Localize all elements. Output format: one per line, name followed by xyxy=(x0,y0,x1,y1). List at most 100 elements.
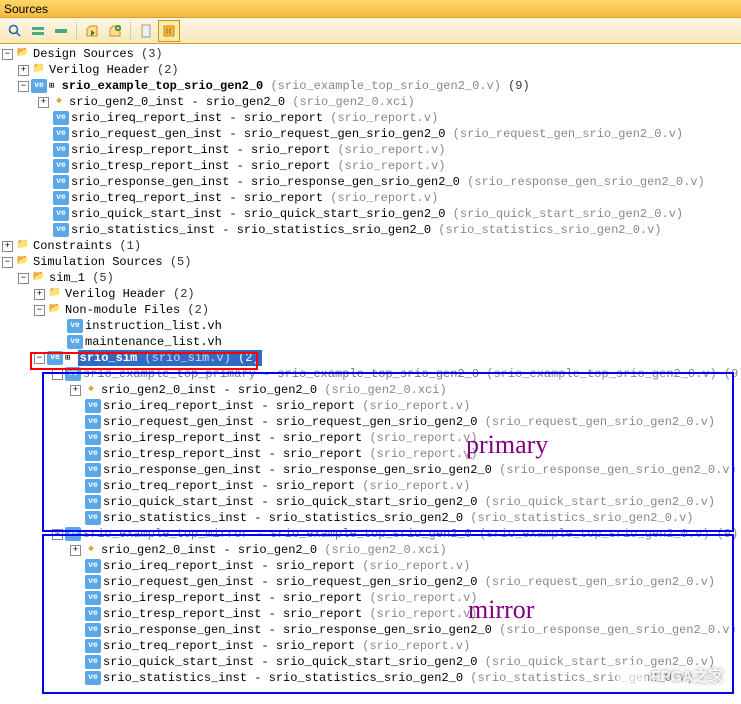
tree-item-simulation-sources[interactable]: −📂Simulation Sources (5) xyxy=(2,254,739,270)
tree-item[interactable]: vesrio_treq_report_inst - srio_report (s… xyxy=(2,190,739,206)
collapse-icon[interactable]: − xyxy=(2,257,13,268)
verilog-icon: ve xyxy=(67,319,83,333)
verilog-icon: ve xyxy=(85,511,101,525)
verilog-icon: ve xyxy=(53,223,69,237)
tree-item[interactable]: +◆srio_gen2_0_inst - srio_gen2_0 (srio_g… xyxy=(2,382,739,398)
collapse-icon[interactable]: − xyxy=(34,305,45,316)
verilog-icon: ve xyxy=(85,415,101,429)
verilog-icon: ve xyxy=(85,495,101,509)
verilog-icon: ve xyxy=(53,159,69,173)
tree-item[interactable]: vesrio_treq_report_inst - srio_report (s… xyxy=(2,638,739,654)
verilog-icon: ve xyxy=(85,575,101,589)
tree-item[interactable]: vesrio_tresp_report_inst - srio_report (… xyxy=(2,158,739,174)
tree-item[interactable]: vesrio_quick_start_inst - srio_quick_sta… xyxy=(2,206,739,222)
verilog-icon: ve xyxy=(85,655,101,669)
verilog-icon: ve xyxy=(85,559,101,573)
collapse-icon[interactable]: − xyxy=(34,353,45,364)
document-button[interactable] xyxy=(135,20,157,42)
tree-item[interactable]: +◆srio_gen2_0_inst - srio_gen2_0 (srio_g… xyxy=(2,542,739,558)
tree-item[interactable]: vesrio_statistics_inst - srio_statistics… xyxy=(2,510,739,526)
verilog-icon: ve xyxy=(65,527,81,541)
tree-item-top-module[interactable]: −ve⊞ srio_example_top_srio_gen2_0 (srio_… xyxy=(2,78,739,94)
tree-item[interactable]: vemaintenance_list.vh xyxy=(2,334,739,350)
tree-item[interactable]: veinstruction_list.vh xyxy=(2,318,739,334)
settings-button[interactable] xyxy=(158,20,180,42)
expand-icon[interactable]: + xyxy=(38,97,49,108)
folder-icon: 📁 xyxy=(15,239,31,253)
tree-item[interactable]: vesrio_statistics_inst - srio_statistics… xyxy=(2,222,739,238)
panel-title: Sources xyxy=(4,2,48,16)
folder-icon: 📂 xyxy=(31,271,47,285)
collapse-icon[interactable]: − xyxy=(2,49,13,60)
ip-icon: ◆ xyxy=(51,95,67,109)
tree-item[interactable]: vesrio_treq_report_inst - srio_report (s… xyxy=(2,478,739,494)
expand-icon[interactable]: + xyxy=(70,385,81,396)
folder-icon: 📁 xyxy=(31,63,47,77)
tree-item[interactable]: +◆srio_gen2_0_inst - srio_gen2_0 (srio_g… xyxy=(2,94,739,110)
tree-item[interactable]: vesrio_response_gen_inst - srio_response… xyxy=(2,174,739,190)
tree-item[interactable]: vesrio_response_gen_inst - srio_response… xyxy=(2,622,739,638)
verilog-icon: ve xyxy=(31,79,47,93)
tree-item-constraints[interactable]: +📁Constraints (1) xyxy=(2,238,739,254)
add-sources-button[interactable] xyxy=(81,20,103,42)
tree-item[interactable]: vesrio_iresp_report_inst - srio_report (… xyxy=(2,430,739,446)
tree-item-srio-sim[interactable]: −ve⊞ srio_sim (srio_sim.v) (2) xyxy=(2,350,739,366)
folder-icon: 📂 xyxy=(15,47,31,61)
tree-item[interactable]: vesrio_tresp_report_inst - srio_report (… xyxy=(2,446,739,462)
verilog-icon: ve xyxy=(85,623,101,637)
verilog-icon: ve xyxy=(67,335,83,349)
verilog-icon: ve xyxy=(53,191,69,205)
watermark: FPGA之家 xyxy=(617,664,723,686)
verilog-icon: ve xyxy=(47,351,63,365)
verilog-icon: ve xyxy=(53,207,69,221)
verilog-icon: ve xyxy=(53,111,69,125)
tree-item[interactable]: vesrio_request_gen_inst - srio_request_g… xyxy=(2,414,739,430)
add-new-button[interactable] xyxy=(104,20,126,42)
verilog-icon: ve xyxy=(85,639,101,653)
verilog-icon: ve xyxy=(85,479,101,493)
expand-icon[interactable]: + xyxy=(70,545,81,556)
folder-icon: 📂 xyxy=(47,303,63,317)
verilog-icon: ve xyxy=(85,671,101,685)
tree-item[interactable]: vesrio_response_gen_inst - srio_response… xyxy=(2,462,739,478)
tree-item-mirror-top[interactable]: −vesrio_example_top_mirror - srio_exampl… xyxy=(2,526,739,542)
collapse-icon[interactable]: − xyxy=(18,81,29,92)
collapse-icon[interactable]: − xyxy=(18,273,29,284)
verilog-icon: ve xyxy=(85,463,101,477)
verilog-icon: ve xyxy=(85,447,101,461)
tree-item-nonmodule[interactable]: −📂Non-module Files (2) xyxy=(2,302,739,318)
verilog-icon: ve xyxy=(85,607,101,621)
tree-item-design-sources[interactable]: −📂Design Sources (3) xyxy=(2,46,739,62)
title-bar: Sources xyxy=(0,0,741,18)
toolbar-separator xyxy=(76,22,77,40)
tree-item[interactable]: vesrio_iresp_report_inst - srio_report (… xyxy=(2,142,739,158)
expand-icon[interactable]: + xyxy=(2,241,13,252)
tree-item-primary-top[interactable]: −vesrio_example_top_primary - srio_examp… xyxy=(2,366,739,382)
tree-item[interactable]: vesrio_ireq_report_inst - srio_report (s… xyxy=(2,398,739,414)
verilog-icon: ve xyxy=(85,399,101,413)
search-button[interactable] xyxy=(4,20,26,42)
expand-button[interactable] xyxy=(27,20,49,42)
wechat-icon xyxy=(617,664,645,686)
toolbar-separator xyxy=(130,22,131,40)
tree-item[interactable]: vesrio_ireq_report_inst - srio_report (s… xyxy=(2,558,739,574)
verilog-icon: ve xyxy=(53,127,69,141)
folder-icon: 📂 xyxy=(15,255,31,269)
expand-icon[interactable]: + xyxy=(18,65,29,76)
tree-item-verilog-header[interactable]: +📁Verilog Header (2) xyxy=(2,286,739,302)
sources-tree[interactable]: −📂Design Sources (3) +📁Verilog Header (2… xyxy=(0,44,741,704)
verilog-icon: ve xyxy=(65,367,81,381)
tree-item-sim1[interactable]: −📂sim_1 (5) xyxy=(2,270,739,286)
tree-item[interactable]: vesrio_ireq_report_inst - srio_report (s… xyxy=(2,110,739,126)
tree-item-verilog-header[interactable]: +📁Verilog Header (2) xyxy=(2,62,739,78)
collapse-icon[interactable]: − xyxy=(52,529,63,540)
tree-item[interactable]: vesrio_tresp_report_inst - srio_report (… xyxy=(2,606,739,622)
verilog-icon: ve xyxy=(85,431,101,445)
collapse-button[interactable] xyxy=(50,20,72,42)
tree-item[interactable]: vesrio_request_gen_inst - srio_request_g… xyxy=(2,574,739,590)
tree-item[interactable]: vesrio_request_gen_inst - srio_request_g… xyxy=(2,126,739,142)
expand-icon[interactable]: + xyxy=(34,289,45,300)
collapse-icon[interactable]: − xyxy=(52,369,63,380)
tree-item[interactable]: vesrio_iresp_report_inst - srio_report (… xyxy=(2,590,739,606)
tree-item[interactable]: vesrio_quick_start_inst - srio_quick_sta… xyxy=(2,494,739,510)
